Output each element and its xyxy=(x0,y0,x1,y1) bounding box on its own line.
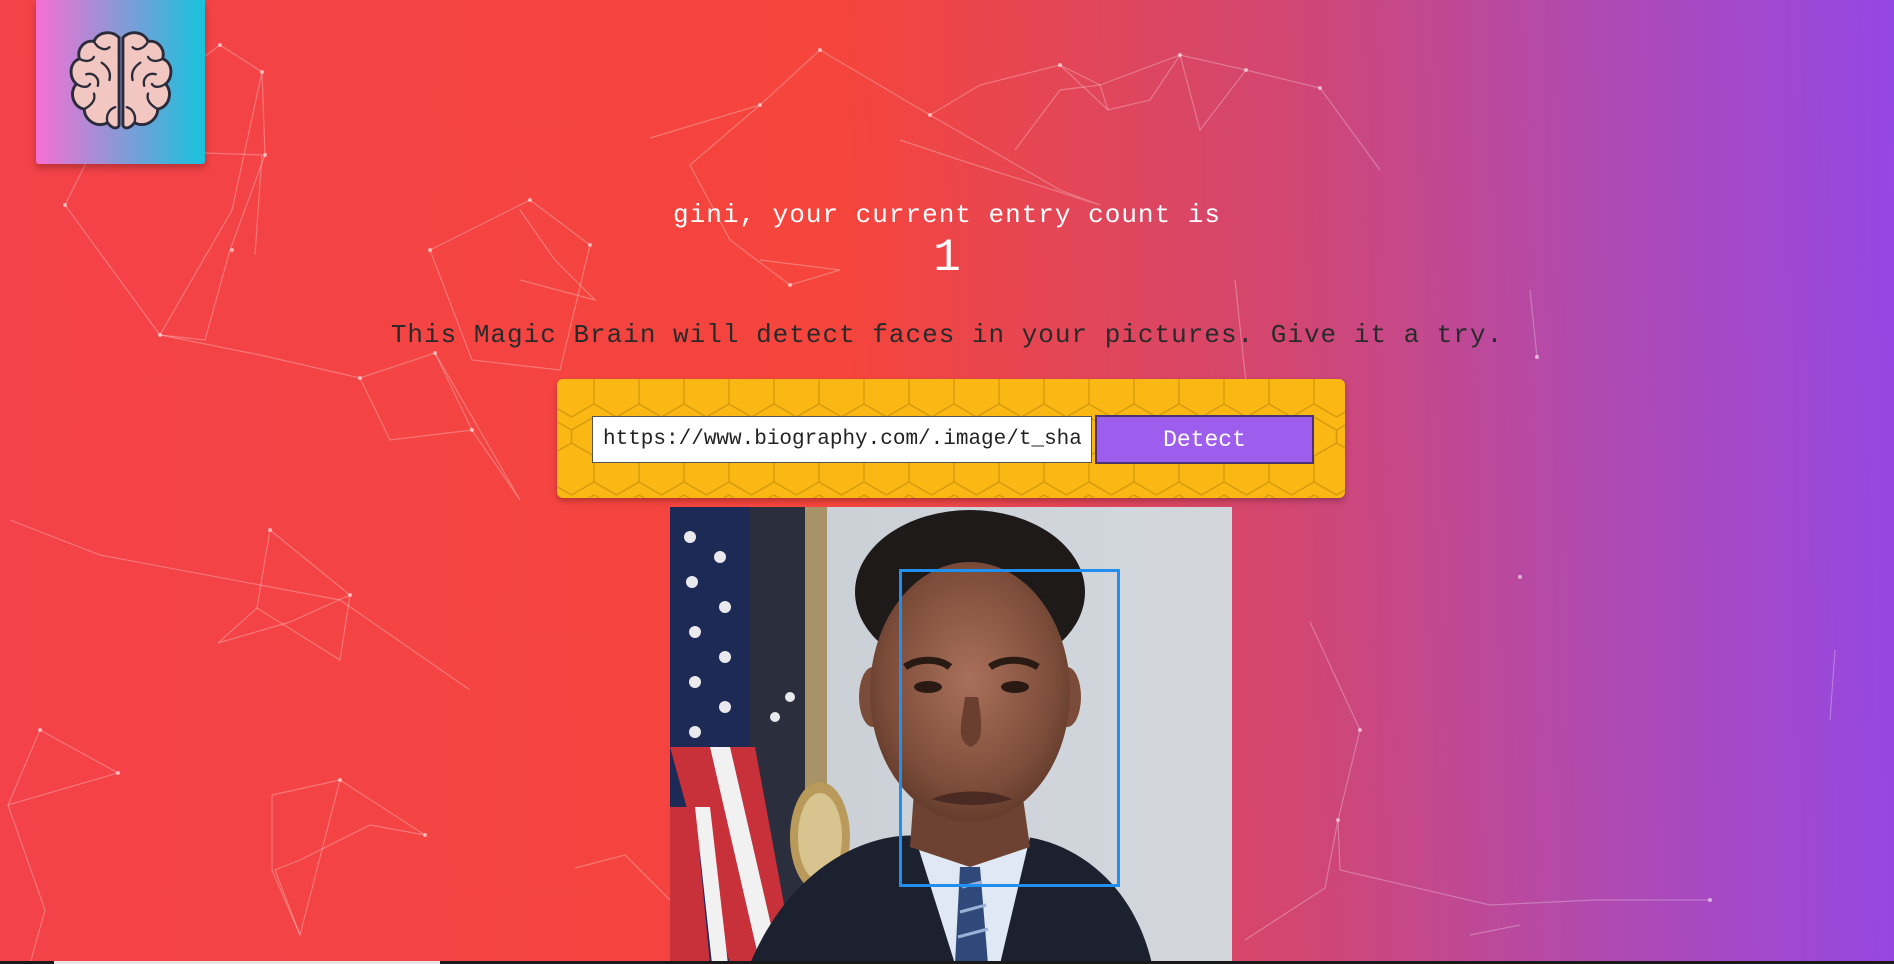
detect-button[interactable]: Detect xyxy=(1095,415,1314,464)
image-url-input[interactable] xyxy=(592,416,1092,463)
entry-count-value: 1 xyxy=(933,232,961,284)
face-bounding-box xyxy=(899,569,1120,887)
entry-count-message: gini, your current entry count is xyxy=(673,200,1221,230)
brain-logo[interactable] xyxy=(36,0,205,164)
brain-icon xyxy=(69,31,172,130)
image-link-form: Detect xyxy=(557,379,1345,498)
tagline-text: This Magic Brain will detect faces in yo… xyxy=(390,320,1504,350)
